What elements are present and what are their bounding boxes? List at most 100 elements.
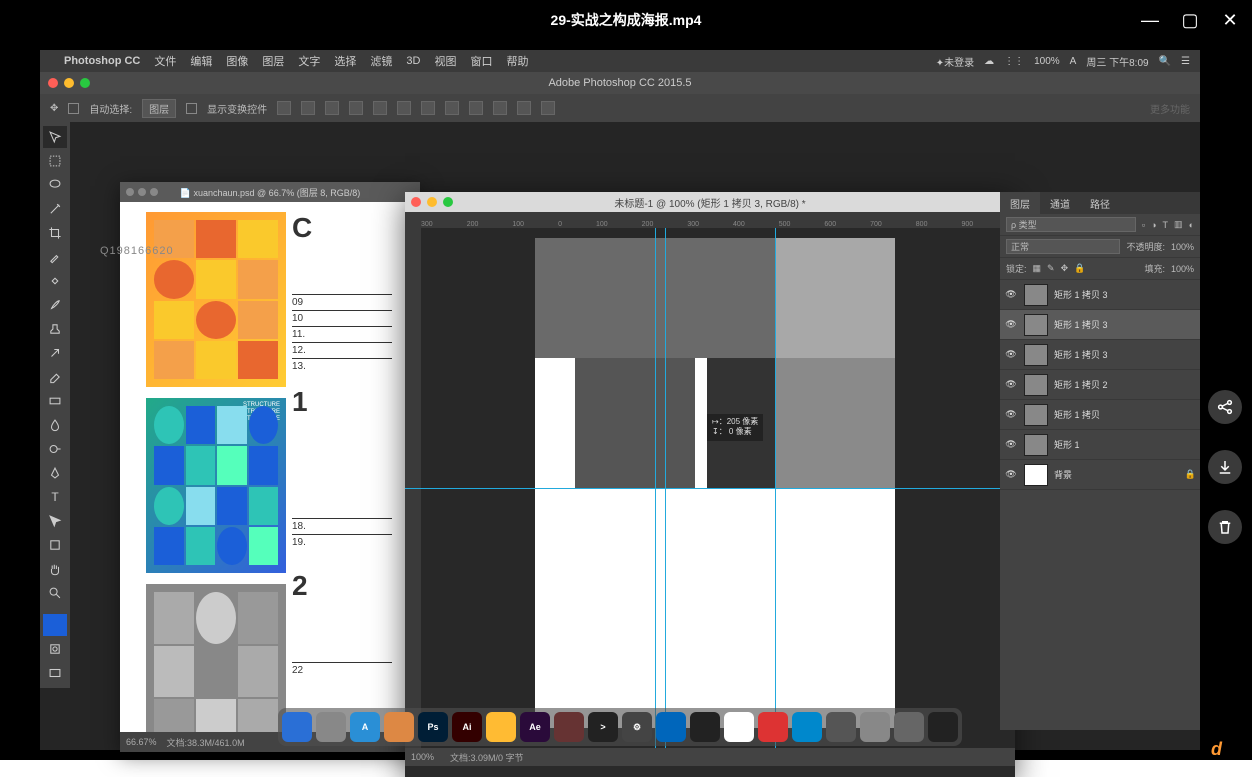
cc-icon[interactable]: ☁ — [984, 56, 994, 67]
lock-icon[interactable]: 🔒 — [1074, 263, 1085, 274]
distribute-icon[interactable] — [541, 101, 555, 115]
fg-zoom[interactable]: 100% — [411, 752, 434, 762]
layer-row[interactable]: 👁矩形 1 拷贝 3 — [1000, 280, 1200, 310]
distribute-icon[interactable] — [445, 101, 459, 115]
zoom-icon[interactable] — [443, 197, 453, 207]
tab-channels[interactable]: 通道 — [1040, 192, 1080, 214]
visibility-icon[interactable]: 👁 — [1004, 289, 1018, 300]
app-name[interactable]: Photoshop CC — [64, 55, 140, 67]
lock-icon[interactable]: ▦ — [1033, 263, 1042, 274]
minimize-icon[interactable] — [427, 197, 437, 207]
dock-app[interactable]: Ae — [520, 712, 550, 742]
type-tool[interactable]: T — [43, 486, 67, 508]
layer-filter[interactable]: ρ 类型 — [1006, 217, 1136, 232]
menu-help[interactable]: 帮助 — [506, 53, 528, 69]
login-status[interactable]: ✦未登录 — [936, 54, 974, 69]
blend-mode[interactable]: 正常 — [1006, 239, 1120, 254]
layer-row[interactable]: 👁矩形 1 — [1000, 430, 1200, 460]
menu-3d[interactable]: 3D — [406, 55, 420, 67]
bg-zoom[interactable]: 66.67% — [126, 737, 157, 747]
align-icon[interactable] — [349, 101, 363, 115]
delete-button[interactable] — [1208, 510, 1242, 544]
download-button[interactable] — [1208, 450, 1242, 484]
menu-type[interactable]: 文字 — [298, 53, 320, 69]
window-close[interactable]: ✕ — [1220, 10, 1240, 31]
align-icon[interactable] — [397, 101, 411, 115]
zoom-icon[interactable] — [80, 78, 90, 88]
guide[interactable] — [405, 488, 1015, 489]
layer-row[interactable]: 👁矩形 1 拷贝 3 — [1000, 340, 1200, 370]
close-icon[interactable] — [48, 78, 58, 88]
share-button[interactable] — [1208, 390, 1242, 424]
dock-app[interactable]: > — [588, 712, 618, 742]
path-tool[interactable] — [43, 510, 67, 532]
filter-icon[interactable]: ◐ — [1189, 220, 1194, 230]
show-transform-checkbox[interactable] — [186, 103, 197, 114]
foreground-color[interactable] — [43, 614, 67, 636]
stamp-tool[interactable] — [43, 318, 67, 340]
dock-app[interactable] — [724, 712, 754, 742]
dock-app[interactable] — [860, 712, 890, 742]
dock-app[interactable] — [554, 712, 584, 742]
window-maximize[interactable]: ▢ — [1180, 10, 1200, 31]
visibility-icon[interactable]: 👁 — [1004, 349, 1018, 360]
move-tool[interactable] — [43, 126, 67, 148]
menu-filter[interactable]: 滤镜 — [370, 53, 392, 69]
search-icon[interactable]: 🔍 — [1159, 56, 1171, 67]
menu-file[interactable]: 文件 — [154, 53, 176, 69]
more-options[interactable]: 更多功能 — [1150, 101, 1190, 116]
menu-window[interactable]: 窗口 — [470, 53, 492, 69]
filter-icon[interactable]: T — [1163, 220, 1169, 230]
lock-icon[interactable]: ✎ — [1047, 263, 1055, 274]
filter-icon[interactable]: ▫ — [1142, 220, 1145, 230]
wand-tool[interactable] — [43, 198, 67, 220]
layer-row[interactable]: 👁矩形 1 拷贝 — [1000, 400, 1200, 430]
tab-layers[interactable]: 图层 — [1000, 192, 1040, 214]
distribute-icon[interactable] — [421, 101, 435, 115]
canvas[interactable]: ↦：205 像素↧： 0 像素 — [405, 228, 1015, 748]
dock-app[interactable]: A — [350, 712, 380, 742]
lasso-tool[interactable] — [43, 174, 67, 196]
brush-tool[interactable] — [43, 294, 67, 316]
auto-select-checkbox[interactable] — [68, 103, 79, 114]
dock-app[interactable]: Ai — [452, 712, 482, 742]
gradient-tool[interactable] — [43, 390, 67, 412]
visibility-icon[interactable]: 👁 — [1004, 439, 1018, 450]
align-icon[interactable] — [301, 101, 315, 115]
quickmask-icon[interactable] — [43, 638, 67, 660]
fill-value[interactable]: 100% — [1171, 264, 1194, 274]
pen-tool[interactable] — [43, 462, 67, 484]
visibility-icon[interactable]: 👁 — [1004, 319, 1018, 330]
menu-icon[interactable]: ☰ — [1181, 56, 1190, 67]
filter-icon[interactable]: ◑ — [1151, 220, 1156, 230]
dock-app[interactable] — [656, 712, 686, 742]
dock-app[interactable] — [282, 712, 312, 742]
close-icon[interactable] — [411, 197, 421, 207]
distribute-icon[interactable] — [517, 101, 531, 115]
minimize-icon[interactable] — [64, 78, 74, 88]
dock-app[interactable] — [792, 712, 822, 742]
history-brush-tool[interactable] — [43, 342, 67, 364]
dock-app[interactable] — [316, 712, 346, 742]
dock-app[interactable] — [826, 712, 856, 742]
eyedropper-tool[interactable] — [43, 246, 67, 268]
layer-row[interactable]: 👁矩形 1 拷贝 3 — [1000, 310, 1200, 340]
background-document-window[interactable]: 📄 xuanchaun.psd @ 66.7% (图层 8, RGB/8) ST… — [120, 182, 420, 752]
menu-view[interactable]: 视图 — [434, 53, 456, 69]
align-icon[interactable] — [277, 101, 291, 115]
shape-rect[interactable] — [575, 358, 695, 488]
menu-image[interactable]: 图像 — [226, 53, 248, 69]
dock-app[interactable] — [928, 712, 958, 742]
distribute-icon[interactable] — [469, 101, 483, 115]
dock-app[interactable] — [690, 712, 720, 742]
distribute-icon[interactable] — [493, 101, 507, 115]
layer-row[interactable]: 👁矩形 1 拷贝 2 — [1000, 370, 1200, 400]
layer-row[interactable]: 👁背景🔒 — [1000, 460, 1200, 490]
screen-mode-icon[interactable] — [43, 662, 67, 684]
marquee-tool[interactable] — [43, 150, 67, 172]
dock-app[interactable] — [486, 712, 516, 742]
tab-paths[interactable]: 路径 — [1080, 192, 1120, 214]
hand-tool[interactable] — [43, 558, 67, 580]
dodge-tool[interactable] — [43, 438, 67, 460]
crop-tool[interactable] — [43, 222, 67, 244]
